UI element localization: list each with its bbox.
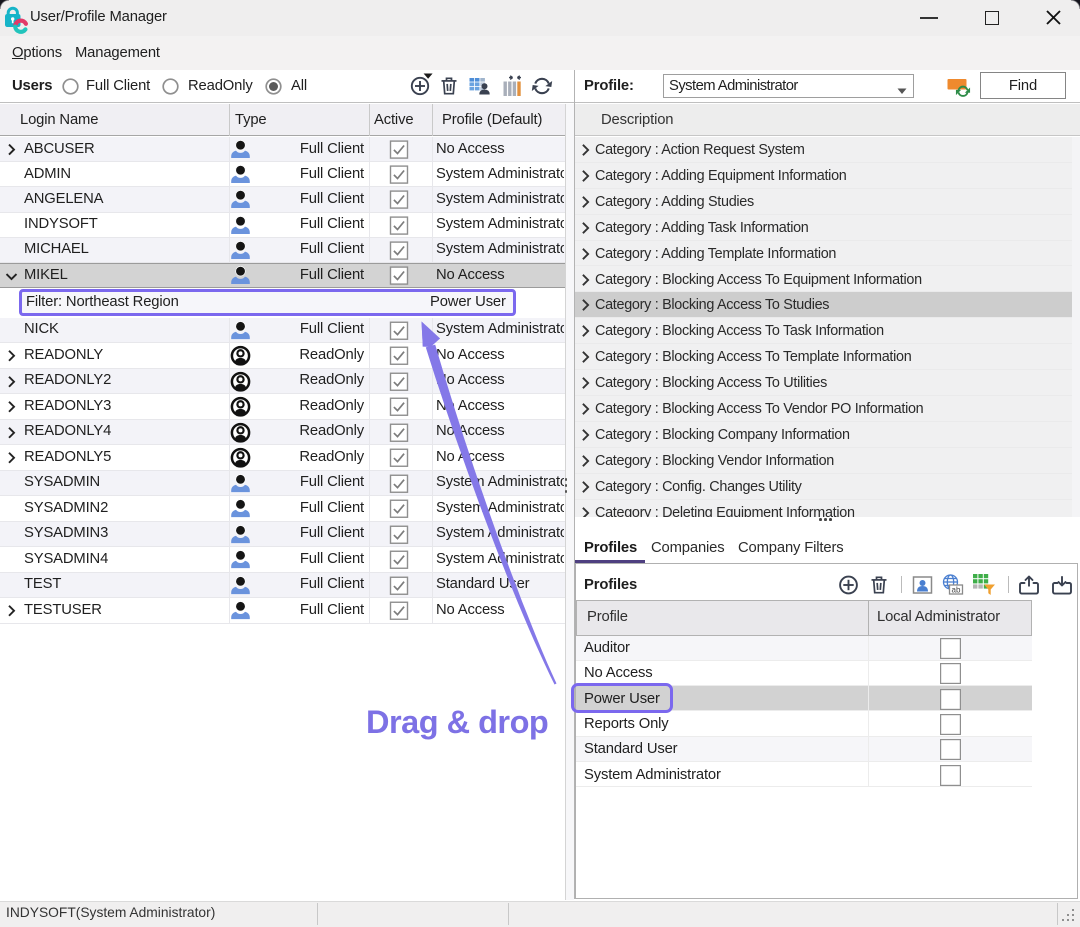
svg-text:ab: ab bbox=[952, 585, 961, 594]
